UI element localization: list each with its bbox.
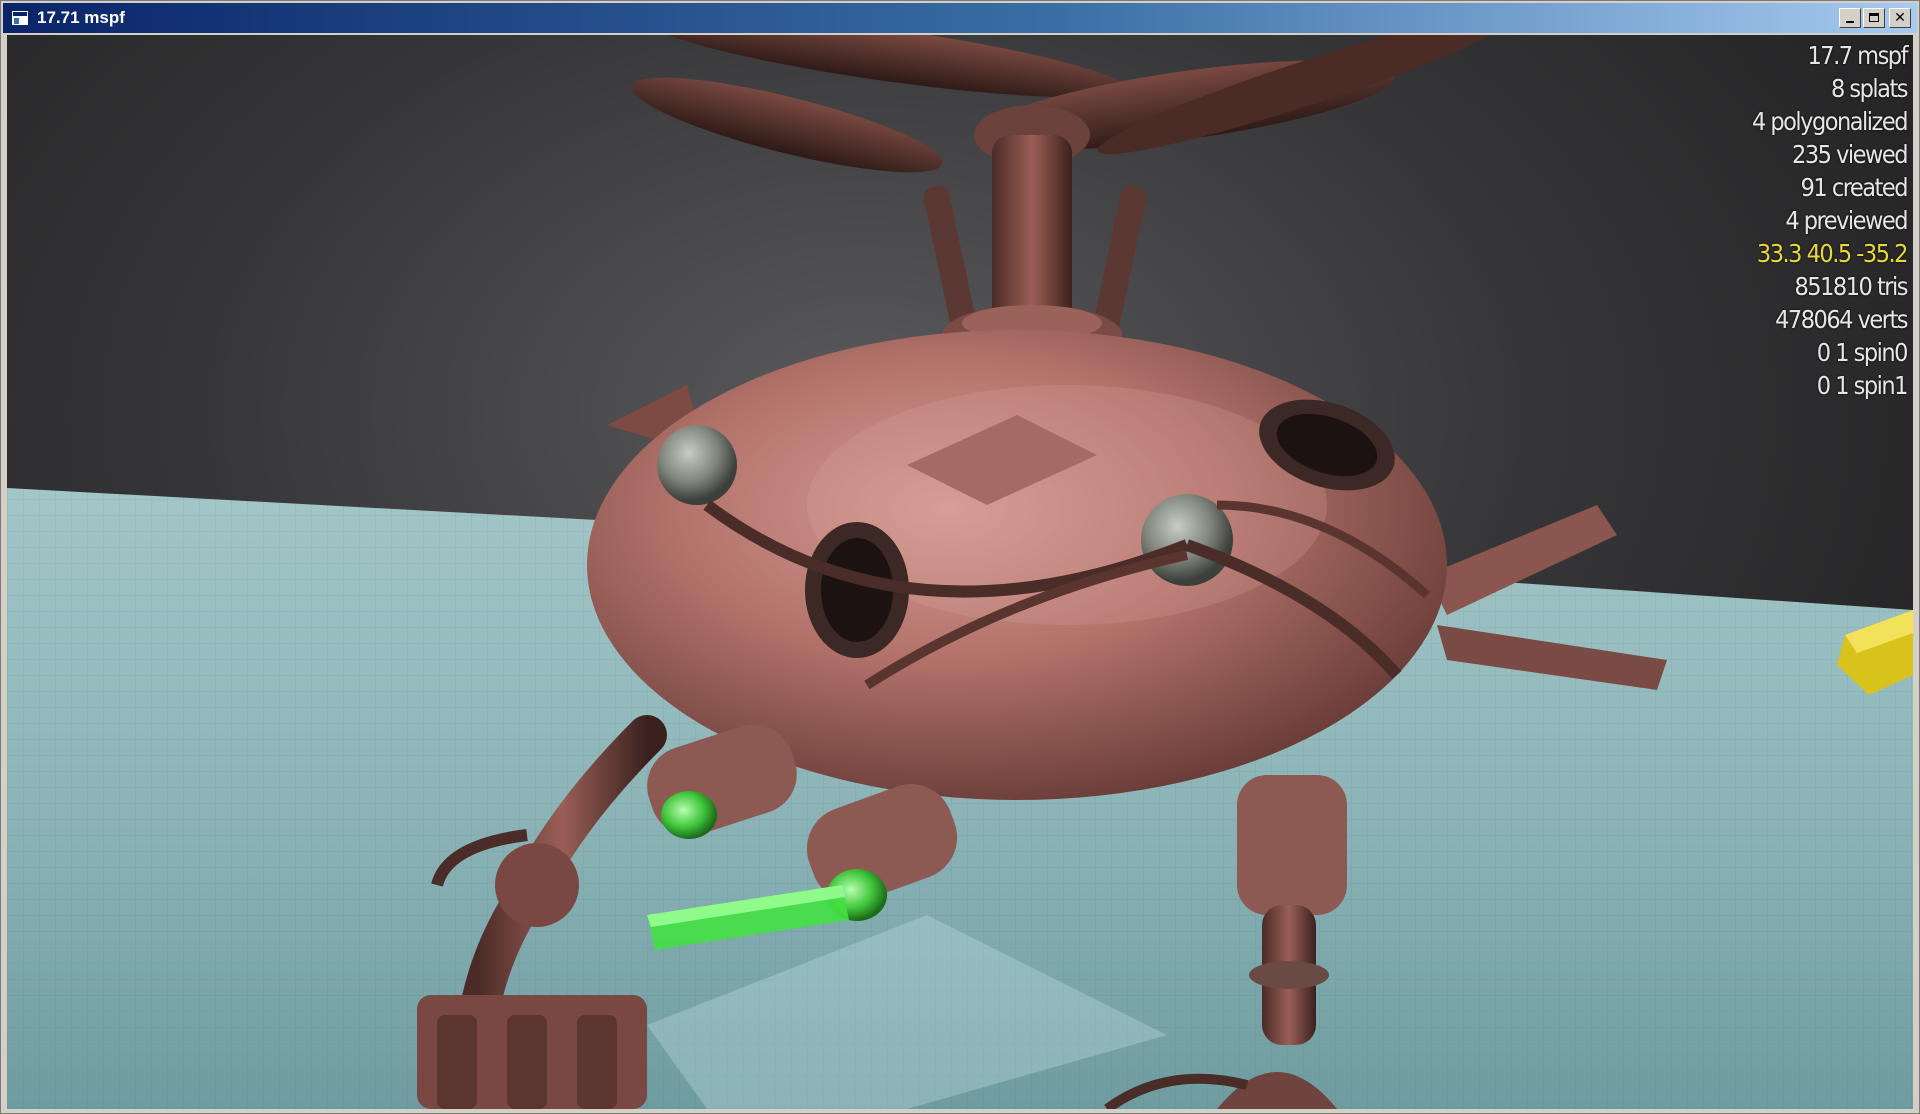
hud-spin1: 0 1 spin1 <box>1816 371 1909 400</box>
stats-overlay: 17.7 mspf 8 splats 4 polygonalized 235 v… <box>1547 39 1909 402</box>
hud-polygonalized: 4 polygonalized <box>1751 107 1909 136</box>
maximize-icon <box>1869 13 1879 22</box>
caption-buttons: ✕ <box>1839 8 1911 28</box>
hud-viewed: 235 viewed <box>1792 140 1908 169</box>
window-title: 17.71 mspf <box>37 8 125 27</box>
hud-frame-time: 17.7 mspf <box>1807 41 1908 70</box>
close-icon: ✕ <box>1894 10 1906 26</box>
hud-spin0: 0 1 spin0 <box>1816 338 1909 367</box>
hud-camera-position: 33.3 40.5 -35.2 <box>1756 239 1909 268</box>
hud-created: 91 created <box>1800 173 1909 202</box>
title-bar[interactable]: 17.71 mspf ✕ <box>3 3 1917 33</box>
hud-previewed: 4 previewed <box>1785 206 1908 235</box>
maximize-button[interactable] <box>1863 8 1885 28</box>
app-window-icon[interactable] <box>11 10 29 26</box>
3d-viewport[interactable]: 17.7 mspf 8 splats 4 polygonalized 235 v… <box>7 35 1913 1109</box>
close-button[interactable]: ✕ <box>1889 8 1911 28</box>
application-window: 17.71 mspf ✕ 17.7 mspf 8 splats 4 polygo… <box>0 0 1920 1114</box>
minimize-icon <box>1846 21 1854 23</box>
minimize-button[interactable] <box>1839 8 1861 28</box>
hud-vertices: 478064 verts <box>1775 305 1908 334</box>
hud-splats: 8 splats <box>1830 74 1909 103</box>
hud-triangles: 851810 tris <box>1794 272 1908 301</box>
